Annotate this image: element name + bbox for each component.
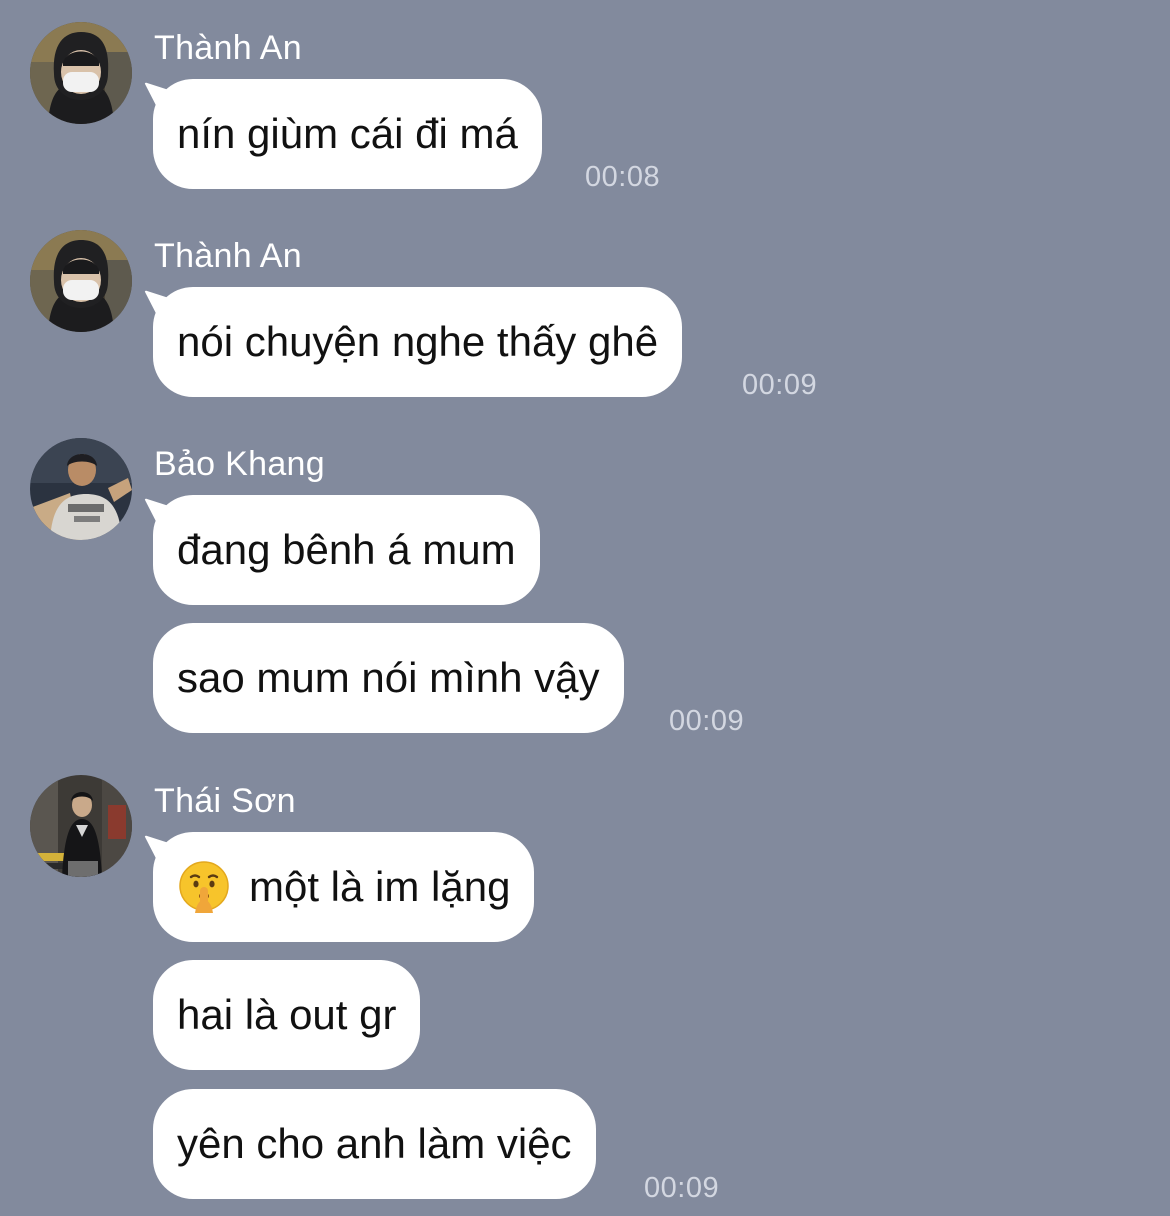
message-bubble[interactable]: yên cho anh làm việc: [153, 1089, 596, 1199]
avatar-thai-son[interactable]: [30, 775, 132, 877]
shushing-face-emoji-icon: [177, 859, 231, 913]
sender-name: Bảo Khang: [154, 445, 325, 483]
sender-name: Thái Sơn: [154, 782, 296, 820]
avatar-thanh-an[interactable]: [30, 230, 132, 332]
sender-name: Thành An: [154, 29, 302, 67]
message-timestamp: 00:09: [644, 1172, 720, 1204]
message-bubble[interactable]: sao mum nói mình vậy: [153, 623, 624, 733]
message-bubble[interactable]: nói chuyện nghe thấy ghê: [153, 287, 683, 397]
message-timestamp: 00:09: [669, 705, 745, 737]
message-bubble[interactable]: đang bênh á mum: [153, 495, 540, 605]
avatar-thanh-an[interactable]: [30, 22, 132, 124]
sender-name: Thành An: [154, 237, 302, 275]
message-timestamp: 00:08: [585, 161, 661, 193]
message-timestamp: 00:09: [742, 369, 818, 401]
message-bubble[interactable]: một là im lặng: [153, 832, 535, 942]
avatar-bao-khang[interactable]: [30, 438, 132, 540]
message-bubble[interactable]: nín giùm cái đi má: [153, 79, 542, 189]
message-text: một là im lặng: [249, 863, 511, 910]
message-bubble[interactable]: hai là out gr: [153, 960, 421, 1070]
